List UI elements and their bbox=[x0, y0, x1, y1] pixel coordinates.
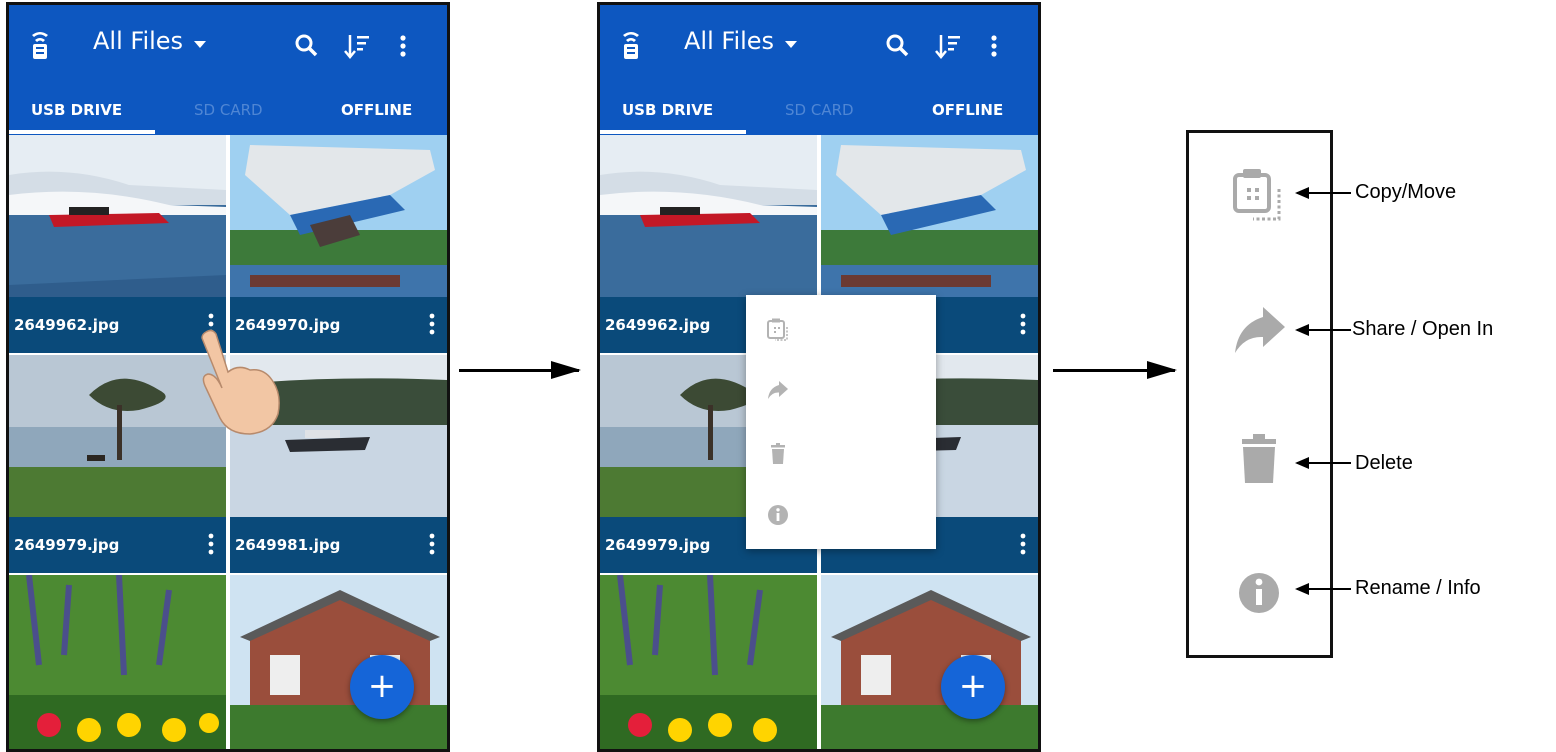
file-name: 2649979.jpg bbox=[605, 536, 711, 554]
sort-icon[interactable] bbox=[343, 31, 371, 61]
tab-bar: USB DRIVE SD CARD OFFLINE bbox=[9, 89, 447, 135]
drive-logo-icon bbox=[623, 32, 639, 59]
delete-icon[interactable] bbox=[766, 442, 790, 466]
chevron-down-icon[interactable] bbox=[194, 41, 206, 48]
copy-move-icon[interactable] bbox=[766, 317, 790, 341]
legend-label-copy-move: Copy/Move bbox=[1355, 181, 1457, 203]
tab-bar: USB DRIVE SD CARD OFFLINE bbox=[600, 89, 1038, 135]
share-icon[interactable] bbox=[766, 379, 790, 403]
file-caption: 2649981.jpg bbox=[230, 517, 447, 573]
add-fab-button[interactable]: + bbox=[941, 655, 1005, 719]
file-name: 2649979.jpg bbox=[14, 536, 120, 554]
copy-move-icon bbox=[1233, 169, 1281, 221]
thumbnail-image bbox=[600, 135, 817, 297]
legend-label-rename-info: Rename / Info bbox=[1355, 577, 1481, 599]
search-icon[interactable] bbox=[293, 31, 321, 61]
legend-pointer bbox=[1295, 324, 1351, 336]
icon-legend-panel bbox=[1186, 130, 1333, 658]
file-tile[interactable] bbox=[821, 575, 1038, 749]
tab-sd-card[interactable]: SD CARD bbox=[785, 101, 854, 119]
location-dropdown[interactable]: All Files bbox=[93, 27, 183, 55]
file-options-popup bbox=[746, 295, 936, 549]
tab-sd-card[interactable]: SD CARD bbox=[194, 101, 263, 119]
legend-pointer bbox=[1295, 457, 1351, 469]
add-fab-button[interactable]: + bbox=[350, 655, 414, 719]
fab-label: + bbox=[958, 666, 988, 706]
info-icon[interactable] bbox=[766, 503, 790, 527]
sort-icon[interactable] bbox=[934, 31, 962, 61]
file-caption: 2649979.jpg bbox=[9, 517, 226, 573]
thumbnail-image bbox=[230, 575, 447, 749]
legend-pointer bbox=[1295, 187, 1351, 199]
thumbnail-image bbox=[230, 135, 447, 297]
app-bar: All Files USB DRIVE SD CARD OFFLINE bbox=[600, 5, 1038, 135]
tab-usb-drive[interactable]: USB DRIVE bbox=[622, 101, 713, 119]
overflow-menu-icon[interactable] bbox=[980, 31, 1008, 61]
thumbnail-image bbox=[600, 575, 817, 749]
legend-pointer bbox=[1295, 583, 1351, 595]
more-options-icon[interactable] bbox=[429, 312, 435, 336]
more-options-icon[interactable] bbox=[1020, 532, 1026, 556]
more-options-icon[interactable] bbox=[429, 532, 435, 556]
tap-hand-icon bbox=[201, 329, 280, 435]
app-bar: All Files USB DRIVE SD CARD OFFLINE bbox=[9, 5, 447, 135]
search-icon[interactable] bbox=[884, 31, 912, 61]
active-tab-indicator bbox=[600, 130, 746, 134]
flow-arrow bbox=[459, 361, 581, 379]
thumbnail-image bbox=[821, 135, 1038, 297]
location-dropdown[interactable]: All Files bbox=[684, 27, 774, 55]
file-tile[interactable]: 2649970.jpg bbox=[230, 135, 447, 353]
thumbnail-image bbox=[9, 575, 226, 749]
file-name: 2649962.jpg bbox=[605, 316, 711, 334]
overflow-menu-icon[interactable] bbox=[389, 31, 417, 61]
file-tile[interactable] bbox=[9, 575, 226, 749]
phone-screen-after: All Files USB DRIVE SD CARD OFFLINE 2649… bbox=[597, 2, 1041, 752]
chevron-down-icon[interactable] bbox=[785, 41, 797, 48]
active-tab-indicator bbox=[9, 130, 155, 134]
drive-logo-icon bbox=[32, 32, 48, 59]
tab-usb-drive[interactable]: USB DRIVE bbox=[31, 101, 122, 119]
info-icon bbox=[1239, 573, 1279, 613]
file-tile[interactable]: 2649962.jpg bbox=[9, 135, 226, 353]
more-options-icon[interactable] bbox=[208, 532, 214, 556]
flow-arrow bbox=[1053, 361, 1177, 379]
delete-icon bbox=[1242, 434, 1276, 483]
file-name: 2649981.jpg bbox=[235, 536, 341, 554]
thumbnail-image bbox=[821, 575, 1038, 749]
legend-label-share: Share / Open In bbox=[1352, 318, 1494, 340]
fab-label: + bbox=[367, 666, 397, 706]
tab-offline[interactable]: OFFLINE bbox=[932, 101, 1003, 119]
share-icon bbox=[1235, 307, 1285, 353]
phone-screen-before: All Files USB DRIVE SD CARD OFFLINE 2649… bbox=[6, 2, 450, 752]
file-name: 2649962.jpg bbox=[14, 316, 120, 334]
file-tile[interactable] bbox=[600, 575, 817, 749]
file-tile[interactable] bbox=[230, 575, 447, 749]
thumbnail-image bbox=[9, 135, 226, 297]
legend-label-delete: Delete bbox=[1355, 452, 1413, 474]
more-options-icon[interactable] bbox=[1020, 312, 1026, 336]
tab-offline[interactable]: OFFLINE bbox=[341, 101, 412, 119]
